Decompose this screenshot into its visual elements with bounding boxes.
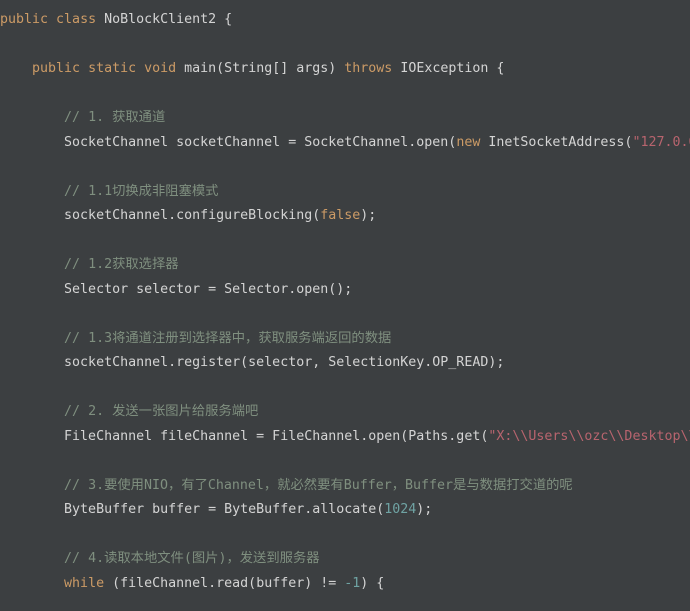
code-text-area[interactable]: public class NoBlockClient2 { public sta… — [0, 8, 690, 611]
code-line[interactable] — [0, 229, 690, 254]
code-token: ); — [416, 502, 433, 517]
code-token: (fileChannel.read(buffer) != — [112, 575, 345, 591]
code-token: while — [64, 575, 113, 591]
code-token: ); — [360, 208, 377, 223]
code-line[interactable] — [0, 376, 690, 401]
code-token: // 1.3将通道注册到选择器中，获取服务端返回的数据 — [64, 330, 392, 346]
code-line[interactable]: // 1. 获取通道 — [0, 106, 690, 131]
code-token: NoBlockClient2 { — [104, 12, 233, 27]
code-token: IOException { — [400, 61, 505, 76]
code-line[interactable] — [0, 302, 690, 327]
code-token: // 1. 获取通道 — [64, 110, 166, 125]
code-token: // 4.读取本地文件(图片)，发送到服务器 — [64, 551, 320, 566]
code-token: "127.0.0.1" — [632, 134, 690, 150]
code-line[interactable] — [0, 596, 690, 611]
code-line[interactable]: ByteBuffer buffer = ByteBuffer.allocate(… — [0, 498, 690, 523]
code-token: socketChannel.register(selector, Selecti… — [0, 355, 505, 370]
code-token: public — [0, 12, 57, 27]
code-token: InetSocketAddress( — [488, 134, 633, 150]
code-line[interactable] — [0, 449, 690, 474]
code-token: main(String[] args) — [184, 61, 345, 76]
code-token: "X:\\Users\\ozc\\Desktop\\新建文件夹 — [488, 428, 690, 444]
code-token: public — [32, 61, 89, 76]
code-token: FileChannel fileChannel = FileChannel.op… — [0, 428, 489, 444]
code-editor-pane[interactable]: public class NoBlockClient2 { public sta… — [0, 0, 690, 611]
code-token: socketChannel.configureBlocking( — [0, 208, 321, 223]
code-line[interactable]: // 3.要使用NIO，有了Channel，就必然要有Buffer，Buffer… — [0, 474, 690, 499]
code-line[interactable]: // 1.2获取选择器 — [0, 253, 690, 278]
code-line[interactable]: Selector selector = Selector.open(); — [0, 278, 690, 303]
code-line[interactable] — [0, 33, 690, 58]
code-line[interactable]: // 4.读取本地文件(图片)，发送到服务器 — [0, 547, 690, 572]
code-line[interactable] — [0, 155, 690, 180]
code-token: ) { — [360, 575, 385, 591]
code-token: ByteBuffer buffer = ByteBuffer.allocate( — [0, 502, 385, 517]
code-token: // 1.2获取选择器 — [64, 257, 179, 272]
code-line[interactable]: FileChannel fileChannel = FileChannel.op… — [0, 425, 690, 450]
code-token: void — [144, 61, 185, 76]
code-line[interactable] — [0, 523, 690, 548]
code-token: 1024 — [384, 502, 417, 517]
code-line[interactable]: public static void main(String[] args) t… — [0, 57, 690, 82]
code-token: SocketChannel socketChannel = SocketChan… — [0, 134, 457, 150]
code-line[interactable]: // 2. 发送一张图片给服务端吧 — [0, 400, 690, 425]
code-line[interactable]: // 1.3将通道注册到选择器中，获取服务端返回的数据 — [0, 327, 690, 352]
code-line[interactable]: socketChannel.configureBlocking(false); — [0, 204, 690, 229]
code-token: false — [320, 208, 361, 223]
code-token: // 3.要使用NIO，有了Channel，就必然要有Buffer，Buffer… — [64, 477, 573, 493]
code-token: -1 — [344, 575, 361, 591]
code-token: class — [56, 12, 105, 27]
code-token: static — [88, 61, 145, 76]
code-line[interactable]: SocketChannel socketChannel = SocketChan… — [0, 131, 690, 156]
code-line[interactable] — [0, 82, 690, 107]
code-line[interactable]: public class NoBlockClient2 { — [0, 8, 690, 33]
code-line[interactable]: while (fileChannel.read(buffer) != -1) { — [0, 572, 690, 597]
code-line[interactable]: socketChannel.register(selector, Selecti… — [0, 351, 690, 376]
code-token: // 1.1切换成非阻塞模式 — [64, 183, 219, 199]
code-token: throws — [344, 61, 401, 76]
code-token: new — [456, 134, 489, 150]
code-token: // 2. 发送一张图片给服务端吧 — [64, 404, 259, 419]
code-token: Selector selector = Selector.open(); — [0, 281, 353, 297]
code-line[interactable]: // 1.1切换成非阻塞模式 — [0, 180, 690, 205]
